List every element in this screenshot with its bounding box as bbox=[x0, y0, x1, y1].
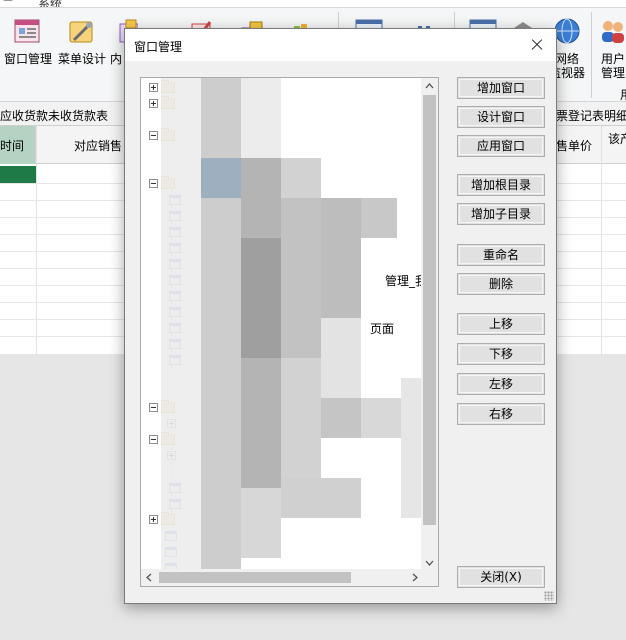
mosaic-block bbox=[201, 158, 241, 198]
ribbon-separator bbox=[591, 12, 592, 98]
mosaic-block bbox=[361, 398, 401, 438]
ribbon-group-label: 用 bbox=[620, 86, 626, 103]
tree-vertical-scrollbar[interactable] bbox=[421, 78, 438, 571]
scrollbar-corner bbox=[421, 569, 438, 586]
scroll-left-icon[interactable] bbox=[141, 569, 157, 586]
menu-design-icon bbox=[66, 16, 98, 48]
grid-col-sales[interactable]: 对应销售 bbox=[74, 137, 122, 154]
apply-window-button[interactable]: 应用窗口 bbox=[457, 135, 545, 157]
vertical-scroll-thumb[interactable] bbox=[423, 95, 436, 525]
close-button[interactable]: 关闭(X) bbox=[457, 566, 545, 588]
mosaic-block bbox=[241, 488, 281, 558]
design-window-button[interactable]: 设计窗口 bbox=[457, 106, 545, 128]
move-up-button[interactable]: 上移 bbox=[457, 313, 545, 335]
mosaic-block bbox=[201, 78, 241, 578]
menubar-glyph: 二 bbox=[2, 0, 15, 8]
collapse-icon[interactable] bbox=[149, 131, 158, 140]
mosaic-block bbox=[361, 198, 397, 238]
resize-grip-icon[interactable] bbox=[544, 591, 554, 601]
window-manager-label: 窗口管理 bbox=[3, 52, 52, 66]
user-manage-button[interactable]: 用户 管理 bbox=[596, 16, 626, 80]
sheet-tab-invoice[interactable]: 票登记表明细表 bbox=[556, 107, 626, 124]
window-manager-icon bbox=[12, 16, 44, 48]
mosaic-block bbox=[321, 198, 361, 318]
add-child-folder-button[interactable]: 增加子目录 bbox=[457, 203, 545, 225]
expand-icon[interactable] bbox=[149, 515, 158, 524]
menu-design-label: 菜单设计 bbox=[57, 52, 106, 66]
scroll-up-icon[interactable] bbox=[421, 78, 438, 94]
move-left-button[interactable]: 左移 bbox=[457, 373, 545, 395]
collapse-icon[interactable] bbox=[149, 435, 158, 444]
menu-system[interactable]: 系统 bbox=[38, 0, 62, 7]
menu-design-button[interactable]: 菜单设计 bbox=[56, 16, 108, 66]
mosaic-block bbox=[161, 78, 201, 578]
grid-col-unit-price[interactable]: 售单价 bbox=[556, 137, 592, 154]
grid-selected-cell[interactable] bbox=[0, 166, 36, 183]
move-right-button[interactable]: 右移 bbox=[457, 403, 545, 425]
add-root-folder-button[interactable]: 增加根目录 bbox=[457, 174, 545, 196]
mosaic-block bbox=[281, 198, 321, 358]
expand-icon[interactable] bbox=[149, 99, 158, 108]
mosaic-block bbox=[321, 398, 361, 438]
delete-button[interactable]: 删除 bbox=[457, 273, 545, 295]
collapse-icon[interactable] bbox=[149, 179, 158, 188]
rename-button[interactable]: 重命名 bbox=[457, 244, 545, 266]
expand-icon[interactable] bbox=[149, 83, 158, 92]
tree-label-fragment: 页面 bbox=[370, 322, 395, 336]
close-icon[interactable] bbox=[524, 33, 550, 57]
mosaic-block bbox=[281, 478, 361, 518]
window-tree[interactable]: 管理_我 页面 bbox=[140, 77, 439, 587]
horizontal-scroll-thumb[interactable] bbox=[159, 572, 351, 583]
tree-horizontal-scrollbar[interactable] bbox=[141, 569, 423, 586]
add-window-button[interactable]: 增加窗口 bbox=[457, 77, 545, 99]
mosaic-block bbox=[321, 318, 361, 408]
move-down-button[interactable]: 下移 bbox=[457, 343, 545, 365]
grid-col-time[interactable]: 时间 bbox=[0, 137, 24, 154]
mosaic-block bbox=[241, 78, 281, 158]
sheet-tab-receivables[interactable]: 应收货款未收货款表 bbox=[0, 107, 108, 124]
collapse-icon[interactable] bbox=[149, 403, 158, 412]
grid-col-product[interactable]: 该产 bbox=[608, 130, 626, 147]
mosaic-block bbox=[241, 238, 281, 358]
window-manager-button[interactable]: 窗口管理 bbox=[3, 16, 53, 66]
window-manager-dialog: 窗口管理 管理_我 页面 增加窗口 设计窗口 应用窗口 增加根目录 增加子目录 … bbox=[124, 28, 557, 604]
dialog-titlebar: 窗口管理 bbox=[125, 29, 556, 61]
user-manage-label: 用户 管理 bbox=[600, 52, 625, 80]
mosaic-block bbox=[401, 378, 423, 518]
dialog-title: 窗口管理 bbox=[134, 40, 183, 54]
app-menubar: 二 系统 bbox=[0, 0, 626, 8]
users-icon bbox=[597, 16, 626, 48]
